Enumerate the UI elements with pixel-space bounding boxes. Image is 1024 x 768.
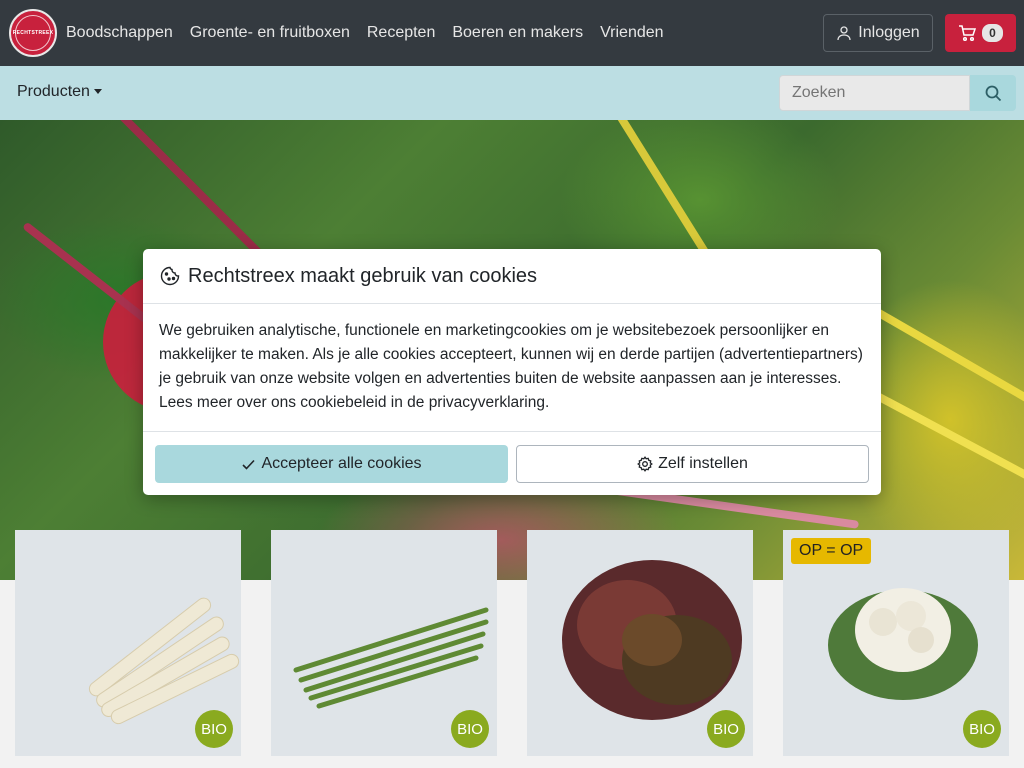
top-navbar: RECHTSTREEX Boodschappen Groente- en fru… <box>0 0 1024 66</box>
check-icon <box>242 459 256 470</box>
cookie-description: We gebruiken analytische, functionele en… <box>159 322 863 411</box>
rechtstreex-logo[interactable]: RECHTSTREEX <box>9 9 57 57</box>
bio-badge: BIO <box>707 710 745 748</box>
products-dropdown[interactable]: Producten <box>17 83 102 101</box>
bio-badge: BIO <box>451 710 489 748</box>
logo-text: RECHTSTREEX <box>12 30 54 36</box>
cookie-icon <box>160 266 180 286</box>
nav-groente-fruitboxen[interactable]: Groente- en fruitboxen <box>190 24 350 42</box>
product-card-white-asparagus[interactable]: BIO <box>15 530 241 756</box>
modal-body: We gebruiken analytische, functionele en… <box>143 304 881 432</box>
user-icon <box>837 26 851 41</box>
logo-ring: RECHTSTREEX <box>12 15 54 51</box>
login-label: Inloggen <box>858 24 920 41</box>
modal-footer: Accepteer alle cookies Zelf instellen <box>143 433 881 495</box>
bio-badge: BIO <box>195 710 233 748</box>
cookie-consent-modal: Rechtstreex maakt gebruik van cookies We… <box>143 249 881 495</box>
caret-down-icon <box>93 89 102 95</box>
product-card-red-lettuce[interactable]: BIO <box>527 530 753 756</box>
gear-icon <box>637 456 653 472</box>
modal-title: Rechtstreex maakt gebruik van cookies <box>188 264 538 287</box>
bio-badge: BIO <box>963 710 1001 748</box>
login-button[interactable]: Inloggen <box>823 14 933 52</box>
cart-button[interactable]: 0 <box>945 14 1016 52</box>
main-nav: Boodschappen Groente- en fruitboxen Rece… <box>66 0 681 66</box>
search-input[interactable] <box>779 75 970 111</box>
modal-header: Rechtstreex maakt gebruik van cookies <box>143 249 881 304</box>
accept-all-cookies-label: Accepteer alle cookies <box>261 455 422 472</box>
product-card-green-asparagus[interactable]: BIO <box>271 530 497 756</box>
cart-count-badge: 0 <box>982 24 1003 42</box>
cookie-settings-button[interactable]: Zelf instellen <box>516 445 869 483</box>
cart-icon <box>959 25 977 41</box>
products-dropdown-label: Producten <box>17 83 90 100</box>
nav-boodschappen[interactable]: Boodschappen <box>66 24 173 42</box>
product-card-cauliflower[interactable]: OP = OP BIO <box>783 530 1009 756</box>
search-button[interactable] <box>970 75 1016 111</box>
op-is-op-tag: OP = OP <box>791 538 872 564</box>
cookie-settings-label: Zelf instellen <box>658 455 748 472</box>
nav-recepten[interactable]: Recepten <box>367 24 436 42</box>
nav-vrienden[interactable]: Vrienden <box>600 24 663 42</box>
search-icon <box>985 85 1001 101</box>
nav-boeren-makers[interactable]: Boeren en makers <box>452 24 583 42</box>
sub-navbar: Producten <box>0 66 1024 120</box>
accept-all-cookies-button[interactable]: Accepteer alle cookies <box>155 445 508 483</box>
